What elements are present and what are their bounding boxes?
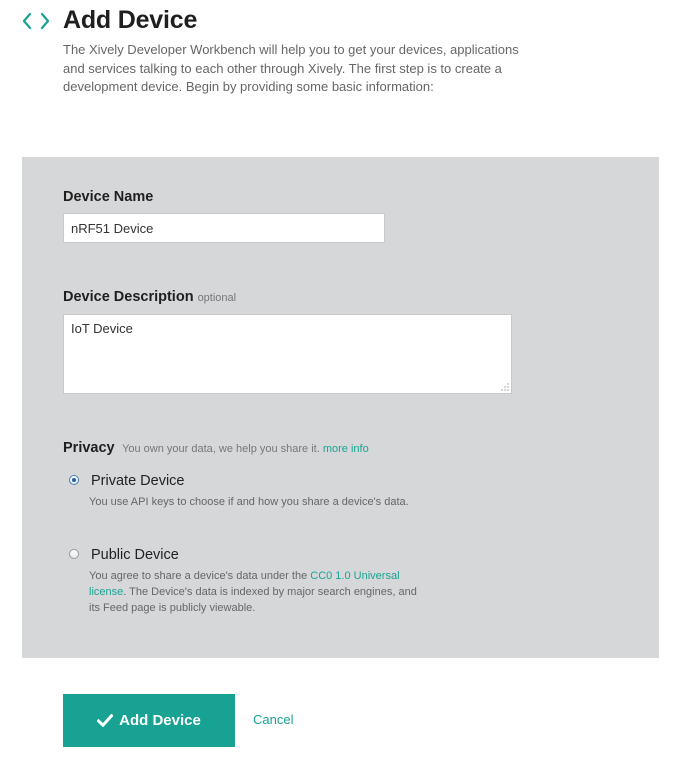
optional-hint: optional	[197, 292, 237, 304]
private-device-label[interactable]: Private Device	[91, 473, 184, 489]
privacy-heading: Privacy You own your data, we help you s…	[63, 439, 369, 457]
private-device-radio[interactable]	[69, 475, 79, 485]
add-device-form: Device Name Device Descriptionoptional I…	[22, 157, 659, 658]
public-device-description-end: . The Device's data is indexed by major …	[89, 586, 417, 614]
device-name-input[interactable]	[63, 213, 385, 243]
privacy-label: Privacy	[63, 440, 115, 456]
resize-grip-icon[interactable]	[501, 383, 509, 391]
public-device-radio[interactable]	[69, 549, 79, 559]
device-description-textarea[interactable]: IoT Device	[63, 314, 512, 394]
public-device-description-start: You agree to share a device's data under…	[89, 570, 308, 582]
device-description-label: Device Description optional	[63, 289, 236, 305]
intro-text: The Xively Developer Workbench will help…	[63, 42, 519, 94]
page-title: Add Device	[63, 6, 198, 34]
private-device-description: You use API keys to choose if and how yo…	[89, 496, 409, 508]
add-device-button-label: Add Device	[119, 712, 201, 729]
device-description-value: IoT Device	[71, 321, 133, 336]
device-description-label-text: Device Description	[63, 289, 194, 305]
privacy-hint: You own your data, we help you share it.…	[122, 443, 369, 455]
cancel-link[interactable]: Cancel	[253, 712, 293, 727]
public-device-description: You agree to share a device's data under…	[89, 568, 419, 616]
more-info-link[interactable]: more info	[323, 443, 369, 455]
privacy-hint-text: You own your data, we help you share it.	[122, 443, 320, 455]
public-device-label[interactable]: Public Device	[91, 547, 179, 563]
code-brackets-icon	[22, 12, 50, 30]
add-device-button[interactable]: Add Device	[63, 694, 235, 747]
device-name-label: Device Name	[63, 189, 154, 205]
checkmark-icon	[97, 714, 114, 727]
